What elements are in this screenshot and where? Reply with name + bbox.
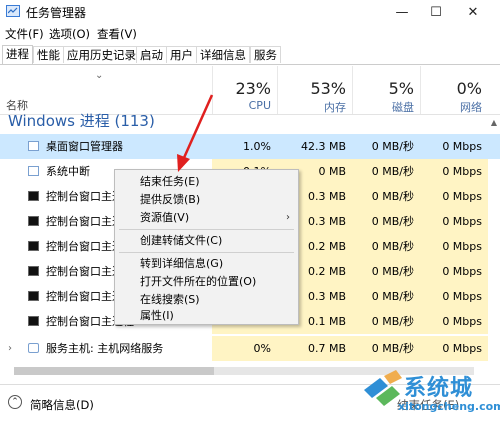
watermark-title: 系统城	[404, 376, 474, 401]
menu-separator	[119, 229, 294, 230]
process-name: 桌面窗口管理器	[46, 140, 123, 153]
menu-item-resource-values[interactable]: 资源值(V) ›	[115, 209, 298, 227]
column-memory[interactable]: 53% 内存	[277, 66, 352, 114]
menu-item-end-task[interactable]: 结束任务(E)	[115, 173, 298, 191]
menu-view[interactable]: 查看(V)	[97, 26, 137, 42]
console-icon	[28, 216, 39, 226]
submenu-arrow-icon: ›	[286, 212, 290, 223]
tab-startup[interactable]: 启动	[136, 46, 167, 63]
cpu-total: 23%	[235, 79, 271, 98]
collapse-icon[interactable]: ⌃	[8, 395, 22, 409]
window-icon	[28, 141, 39, 151]
menu-separator	[119, 252, 294, 253]
network-label: 网络	[460, 101, 482, 114]
maximize-icon: ☐	[430, 4, 442, 20]
memory-value: 0.7 MB	[277, 336, 352, 361]
disk-label: 磁盘	[392, 101, 414, 114]
network-value: 0 Mbps	[420, 209, 488, 234]
menu-item-label: 资源值(V)	[140, 211, 190, 224]
title-bar: 任务管理器 — ☐ ✕	[0, 0, 500, 24]
memory-value: 42.3 MB	[277, 134, 352, 159]
column-cpu[interactable]: 23% CPU	[212, 66, 277, 114]
disk-value: 0 MB/秒	[352, 259, 420, 284]
minimize-button[interactable]: —	[385, 0, 419, 24]
disk-value: 0 MB/秒	[352, 159, 420, 184]
tab-services[interactable]: 服务	[250, 46, 281, 63]
tab-processes[interactable]: 进程	[2, 45, 33, 64]
tab-users[interactable]: 用户	[166, 46, 197, 63]
disk-total: 5%	[388, 79, 414, 98]
disk-value: 0 MB/秒	[352, 234, 420, 259]
menu-item-search-online[interactable]: 在线搜索(S)	[115, 291, 298, 309]
minimize-icon: —	[395, 4, 409, 20]
fewer-details-link[interactable]: 简略信息(D)	[30, 397, 94, 413]
column-header: ⌄ 名称 23% CPU 53% 内存 5% 磁盘 0% 网络	[0, 66, 500, 115]
watermark: 系统城 xitongcheng.com	[358, 368, 500, 420]
tab-app-history[interactable]: 应用历史记录	[63, 46, 140, 63]
expand-chevron-icon[interactable]: ›	[8, 336, 12, 361]
table-row[interactable]: 桌面窗口管理器 1.0% 42.3 MB 0 MB/秒 0 Mbps	[0, 134, 500, 159]
menu-item-go-to-details[interactable]: 转到详细信息(G)	[115, 255, 298, 273]
gear-icon	[28, 343, 39, 353]
scrollbar-thumb[interactable]	[14, 367, 214, 375]
console-icon	[28, 291, 39, 301]
sort-chevron-icon[interactable]: ⌄	[95, 70, 103, 81]
menu-item-feedback[interactable]: 提供反馈(B)	[115, 191, 298, 209]
window-title: 任务管理器	[26, 6, 87, 20]
menu-item-create-dump[interactable]: 创建转储文件(C)	[115, 232, 298, 250]
menu-item-open-file-location[interactable]: 打开文件所在的位置(O)	[115, 273, 298, 291]
tab-performance[interactable]: 性能	[33, 46, 64, 63]
column-network[interactable]: 0% 网络	[420, 66, 488, 114]
console-icon	[28, 191, 39, 201]
network-value: 0 Mbps	[420, 309, 488, 334]
network-value: 0 Mbps	[420, 134, 488, 159]
console-icon	[28, 266, 39, 276]
group-label: Windows 进程 (113)	[8, 112, 155, 130]
disk-value: 0 MB/秒	[352, 184, 420, 209]
maximize-button[interactable]: ☐	[419, 0, 453, 24]
close-icon: ✕	[467, 4, 479, 20]
network-value: 0 Mbps	[420, 259, 488, 284]
network-value: 0 Mbps	[420, 336, 488, 361]
disk-value: 0 MB/秒	[352, 336, 420, 361]
disk-value: 0 MB/秒	[352, 209, 420, 234]
disk-value: 0 MB/秒	[352, 284, 420, 309]
window-icon	[28, 166, 39, 176]
menu-options[interactable]: 选项(O)	[49, 26, 90, 42]
cpu-value: 1.0%	[212, 134, 277, 159]
cpu-label: CPU	[248, 99, 271, 112]
console-icon	[28, 241, 39, 251]
cpu-value: 0%	[212, 336, 277, 361]
task-manager-icon	[6, 5, 20, 17]
network-value: 0 Mbps	[420, 159, 488, 184]
network-value: 0 Mbps	[420, 234, 488, 259]
context-menu: 结束任务(E) 提供反馈(B) 资源值(V) › 创建转储文件(C) 转到详细信…	[114, 169, 299, 325]
tab-details[interactable]: 详细信息	[196, 46, 250, 63]
watermark-url: xitongcheng.com	[398, 400, 500, 413]
console-icon	[28, 316, 39, 326]
menu-file[interactable]: 文件(F)	[5, 26, 44, 42]
process-name: 系统中断	[46, 165, 90, 178]
network-value: 0 Mbps	[420, 284, 488, 309]
menu-bar: 文件(F) 选项(O) 查看(V)	[0, 24, 500, 44]
memory-label: 内存	[324, 101, 346, 114]
memory-total: 53%	[310, 79, 346, 98]
table-row[interactable]: › 服务主机: 主机网络服务 0% 0.7 MB 0 MB/秒 0 Mbps	[0, 336, 500, 361]
process-name: 服务主机: 主机网络服务	[46, 342, 164, 355]
disk-value: 0 MB/秒	[352, 134, 420, 159]
network-total: 0%	[456, 79, 482, 98]
column-disk[interactable]: 5% 磁盘	[352, 66, 420, 114]
tab-bar: 进程 性能 应用历史记录 启动 用户 详细信息 服务	[0, 44, 500, 65]
scroll-up-icon[interactable]: ▲	[488, 118, 500, 130]
menu-item-properties[interactable]: 属性(I)	[115, 309, 298, 323]
disk-value: 0 MB/秒	[352, 309, 420, 334]
close-button[interactable]: ✕	[456, 0, 490, 24]
network-value: 0 Mbps	[420, 184, 488, 209]
